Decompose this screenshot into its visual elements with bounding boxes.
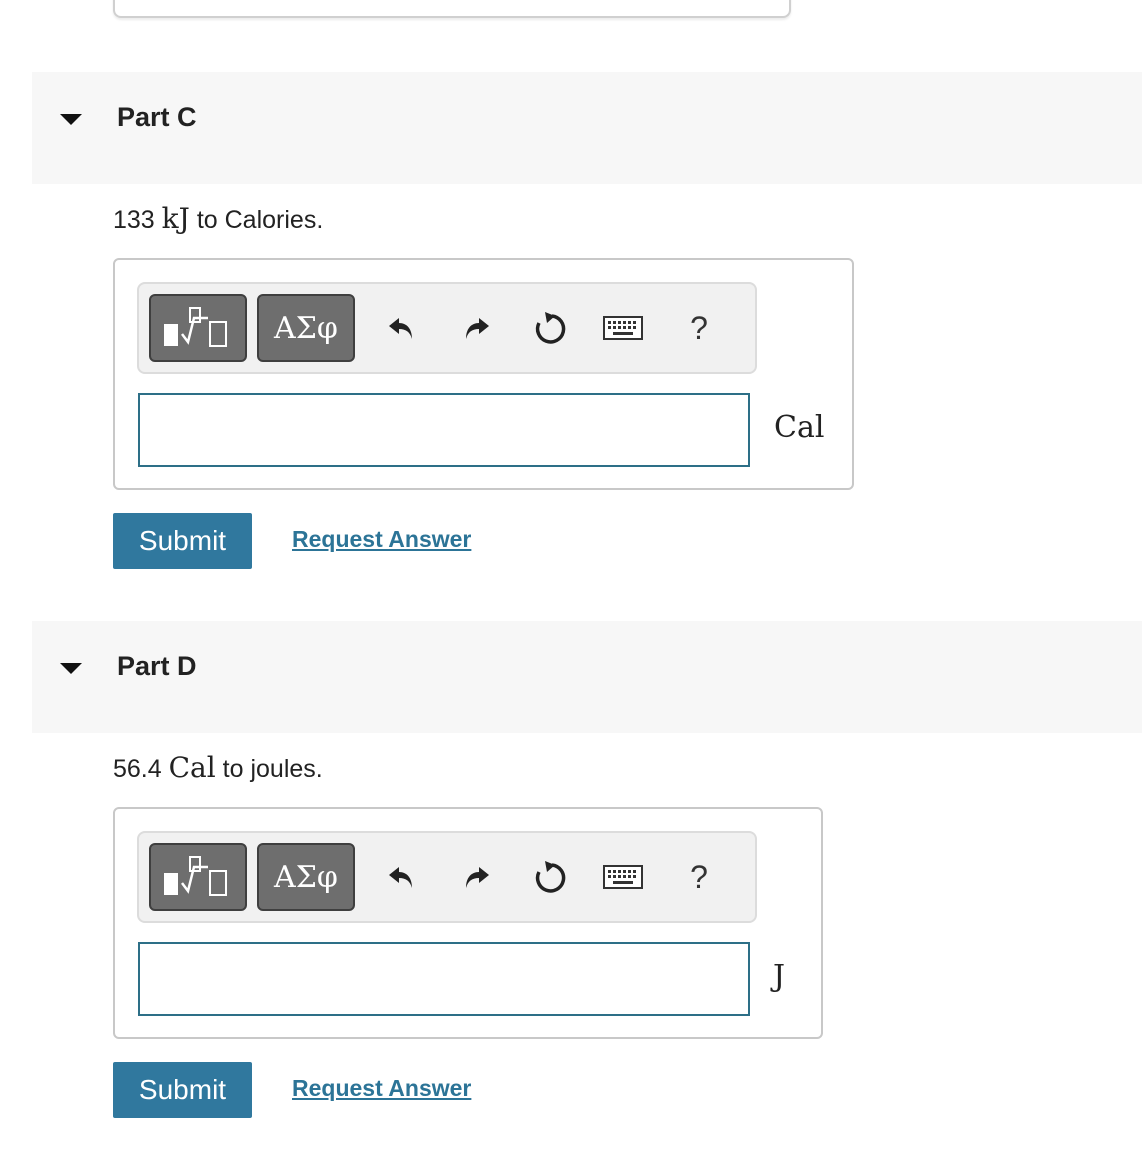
part-header[interactable] — [32, 72, 1142, 184]
part-header[interactable] — [32, 621, 1142, 733]
reset-icon[interactable] — [527, 306, 571, 350]
templates-button[interactable] — [149, 294, 247, 362]
part-title: Part D — [117, 651, 197, 681]
submit-button[interactable]: Submit — [113, 1062, 252, 1118]
answer-unit: J — [773, 959, 786, 994]
question-rest: to joules. — [222, 755, 323, 783]
request-answer-link[interactable]: Request Answer — [292, 1075, 471, 1102]
keyboard-icon[interactable] — [601, 306, 645, 350]
part-d: Part D 56.4 Cal to joules. ΑΣφ ? J Submi… — [0, 621, 1142, 1171]
reset-icon[interactable] — [527, 855, 571, 899]
caret-down-icon[interactable] — [60, 663, 82, 674]
math-toolbar: ΑΣφ ? — [137, 282, 757, 374]
submit-button[interactable]: Submit — [113, 513, 252, 569]
answer-input[interactable] — [138, 942, 750, 1016]
help-button[interactable]: ? — [677, 855, 721, 899]
question-value: 133 — [113, 206, 155, 234]
question-text: 133 kJ to Calories. — [113, 202, 323, 235]
question-value: 56.4 — [113, 755, 162, 783]
answer-box: ΑΣφ — [113, 258, 854, 490]
caret-down-icon[interactable] — [60, 114, 82, 125]
question-rest: to Calories. — [196, 206, 324, 234]
previous-answer-box — [113, 0, 791, 18]
greek-symbols-button[interactable]: ΑΣφ — [257, 843, 355, 911]
answer-input[interactable] — [138, 393, 750, 467]
templates-icon — [164, 307, 227, 347]
request-answer-link[interactable]: Request Answer — [292, 526, 471, 553]
greek-symbols-button[interactable]: ΑΣφ — [257, 294, 355, 362]
undo-icon[interactable] — [379, 855, 423, 899]
undo-icon[interactable] — [379, 306, 423, 350]
part-title: Part C — [117, 102, 197, 132]
question-unit: Cal — [168, 751, 216, 784]
redo-icon[interactable] — [455, 306, 499, 350]
question-text: 56.4 Cal to joules. — [113, 751, 323, 784]
answer-box: ΑΣφ — [113, 807, 823, 1039]
redo-icon[interactable] — [455, 855, 499, 899]
keyboard-icon[interactable] — [601, 855, 645, 899]
answer-unit: Cal — [774, 410, 825, 445]
question-unit: kJ — [161, 202, 190, 235]
templates-button[interactable] — [149, 843, 247, 911]
math-toolbar: ΑΣφ ? — [137, 831, 757, 923]
help-button[interactable]: ? — [677, 306, 721, 350]
part-c: Part C 133 kJ to Calories. ΑΣφ ? Cal Sub… — [0, 72, 1142, 622]
templates-icon — [164, 856, 227, 896]
